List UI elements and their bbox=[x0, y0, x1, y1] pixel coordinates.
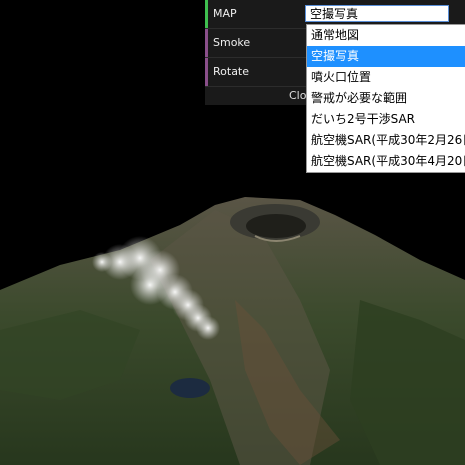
rotate-color-bar bbox=[205, 58, 208, 86]
dropdown-option[interactable]: 航空機SAR(平成30年4月20日) bbox=[307, 151, 465, 172]
rotate-label: Rotate bbox=[213, 65, 250, 78]
dropdown-option[interactable]: 航空機SAR(平成30年2月26日) bbox=[307, 130, 465, 151]
dropdown-option-selected[interactable]: 空撮写真 bbox=[307, 46, 465, 67]
smoke-label: Smoke bbox=[213, 36, 251, 49]
dropdown-option[interactable]: 通常地図 bbox=[307, 25, 465, 46]
smoke-color-bar bbox=[205, 29, 208, 57]
crater-lake bbox=[170, 378, 210, 398]
map-dropdown-list: 通常地図 空撮写真 噴火口位置 警戒が必要な範囲 だいち2号干渉SAR 航空機S… bbox=[306, 24, 465, 173]
map-select[interactable]: 空撮写真 bbox=[305, 5, 449, 22]
dropdown-option[interactable]: 噴火口位置 bbox=[307, 67, 465, 88]
map-label: MAP bbox=[213, 7, 237, 20]
dropdown-option[interactable]: だいち2号干渉SAR bbox=[307, 109, 465, 130]
map-color-bar bbox=[205, 0, 208, 28]
dropdown-option[interactable]: 警戒が必要な範囲 bbox=[307, 88, 465, 109]
